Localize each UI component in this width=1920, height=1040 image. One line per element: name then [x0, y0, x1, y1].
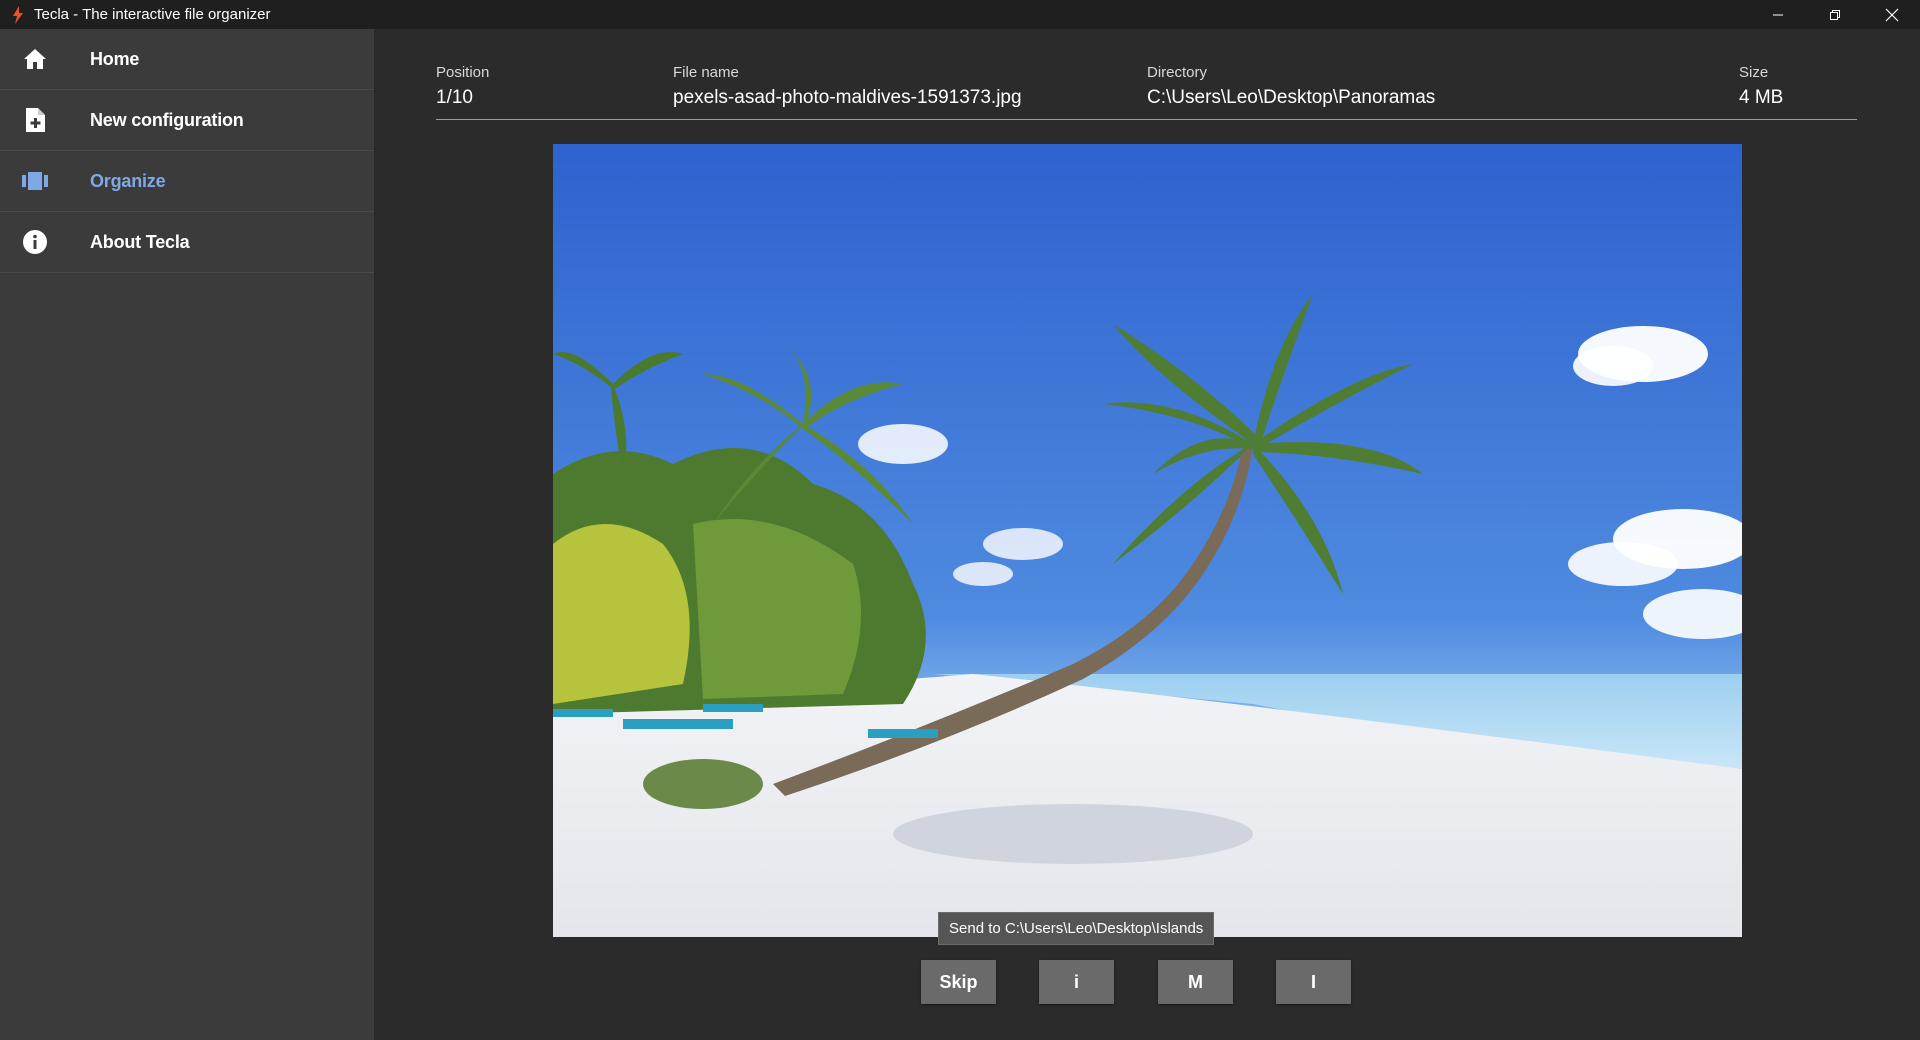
skip-button[interactable]: Skip	[921, 960, 996, 1004]
shortcut-l-button[interactable]: I	[1276, 960, 1351, 1004]
sidebar-item-label: Home	[90, 48, 140, 69]
sidebar-item-label: About Tecla	[90, 231, 190, 252]
sidebar-item-label: New configuration	[90, 109, 244, 130]
sidebar: Home New configuration Organize About Te…	[0, 29, 375, 1040]
filename-label: File name	[673, 64, 739, 81]
shortcut-i-button[interactable]: i	[1039, 960, 1114, 1004]
position-field: Position 1/10	[436, 64, 489, 109]
directory-field: Directory C:\Users\Leo\Desktop\Panoramas	[1147, 64, 1435, 109]
close-icon[interactable]	[1863, 0, 1920, 29]
sidebar-item-new-configuration[interactable]: New configuration	[0, 90, 374, 151]
sidebar-item-organize[interactable]: Organize	[0, 151, 374, 212]
organize-panel: Position 1/10 File name pexels-asad-phot…	[376, 29, 1920, 1040]
sidebar-item-label: Organize	[90, 170, 166, 191]
size-value: 4 MB	[1739, 87, 1784, 108]
minimize-icon[interactable]	[1749, 0, 1806, 29]
shortcut-m-button[interactable]: M	[1158, 960, 1233, 1004]
size-field: Size 4 MB	[1739, 64, 1783, 109]
info-icon	[0, 212, 70, 273]
position-label: Position	[436, 64, 490, 81]
position-value: 1/10	[436, 87, 473, 108]
tecla-logo-icon	[8, 5, 28, 25]
send-to-tooltip: Send to C:\Users\Leo\Desktop\Islands	[938, 912, 1215, 945]
filename-value: pexels-asad-photo-maldives-1591373.jpg	[673, 87, 1022, 108]
size-label: Size	[1739, 64, 1769, 81]
image-preview	[553, 144, 1742, 937]
window-controls	[1749, 0, 1920, 29]
title-bar: Tecla - The interactive file organizer	[0, 0, 1920, 29]
sidebar-item-about[interactable]: About Tecla	[0, 212, 374, 273]
restore-icon[interactable]	[1806, 0, 1863, 29]
home-icon	[0, 29, 70, 90]
file-info-bar: Position 1/10 File name pexels-asad-phot…	[436, 64, 1857, 120]
directory-label: Directory	[1147, 64, 1208, 81]
new-file-icon	[0, 90, 70, 151]
action-buttons: Skip i M I	[376, 960, 1920, 1004]
directory-value: C:\Users\Leo\Desktop\Panoramas	[1147, 87, 1436, 108]
filename-field: File name pexels-asad-photo-maldives-159…	[673, 64, 1022, 109]
organize-icon	[0, 151, 70, 212]
window-title: Tecla - The interactive file organizer	[34, 6, 271, 23]
sidebar-item-home[interactable]: Home	[0, 29, 374, 90]
